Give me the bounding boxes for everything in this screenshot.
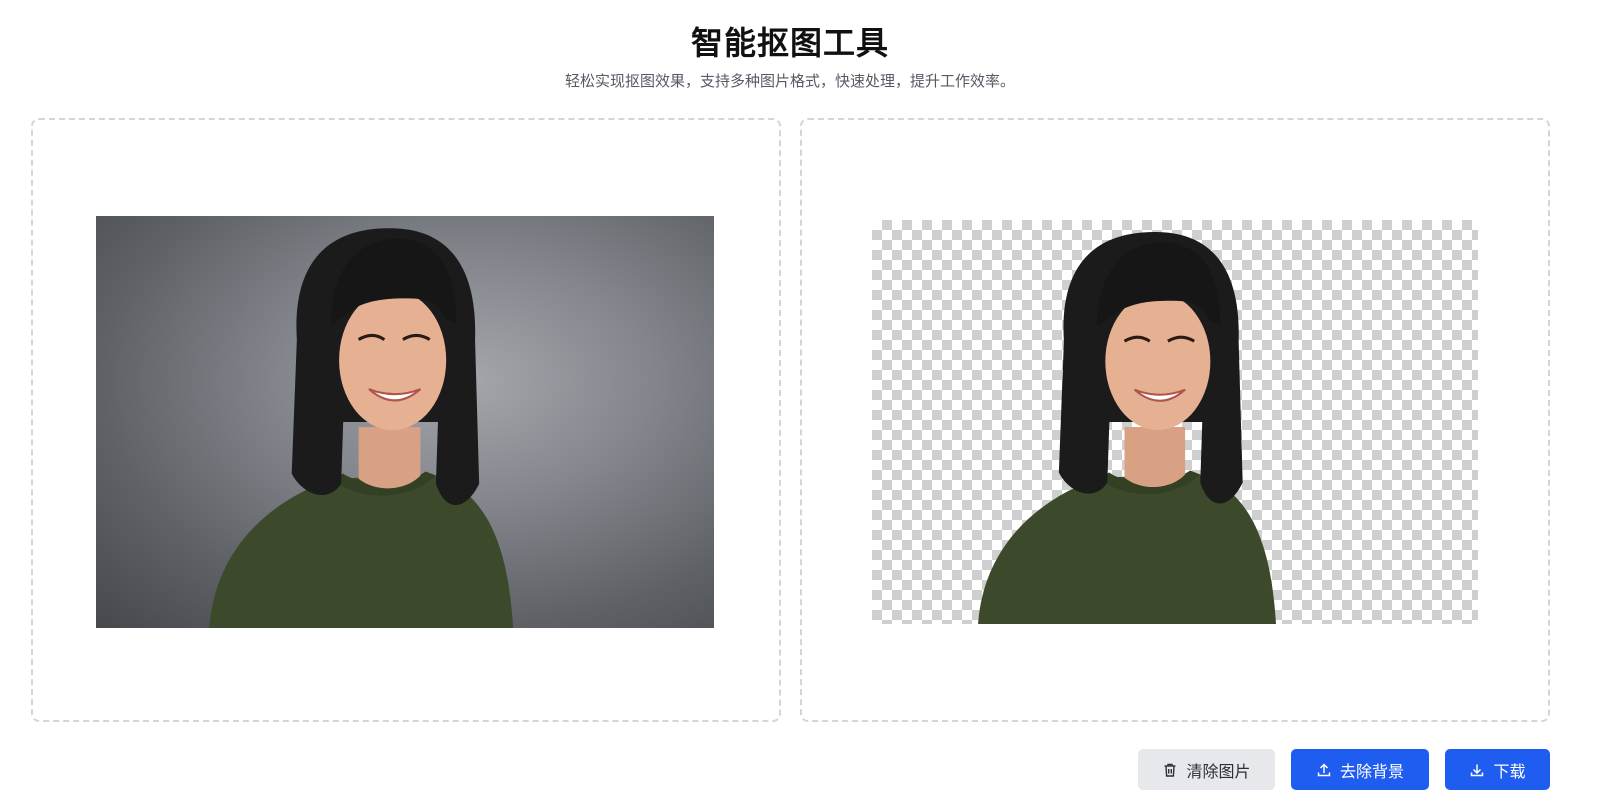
portrait-illustration xyxy=(209,228,514,628)
remove-background-label: 去除背景 xyxy=(1339,761,1404,781)
download-label: 下载 xyxy=(1493,761,1526,781)
clear-image-label: 清除图片 xyxy=(1186,761,1251,781)
result-image xyxy=(872,220,1478,624)
result-image-panel xyxy=(800,118,1550,722)
page-subtitle: 轻松实现抠图效果，支持多种图片格式，快速处理，提升工作效率。 xyxy=(564,72,1015,90)
portrait-cutout-illustration xyxy=(978,232,1276,624)
trash-icon xyxy=(1162,762,1178,778)
original-image-panel[interactable] xyxy=(31,118,781,722)
original-image xyxy=(96,216,714,628)
page-title: 智能抠图工具 xyxy=(690,24,889,62)
download-icon xyxy=(1469,762,1485,778)
clear-image-button[interactable]: 清除图片 xyxy=(1138,749,1275,790)
remove-background-button[interactable]: 去除背景 xyxy=(1291,749,1429,790)
upload-icon xyxy=(1316,762,1332,778)
app-page: 智能抠图工具 轻松实现抠图效果，支持多种图片格式，快速处理，提升工作效率。 清除… xyxy=(0,0,1604,809)
download-button[interactable]: 下载 xyxy=(1445,749,1550,790)
